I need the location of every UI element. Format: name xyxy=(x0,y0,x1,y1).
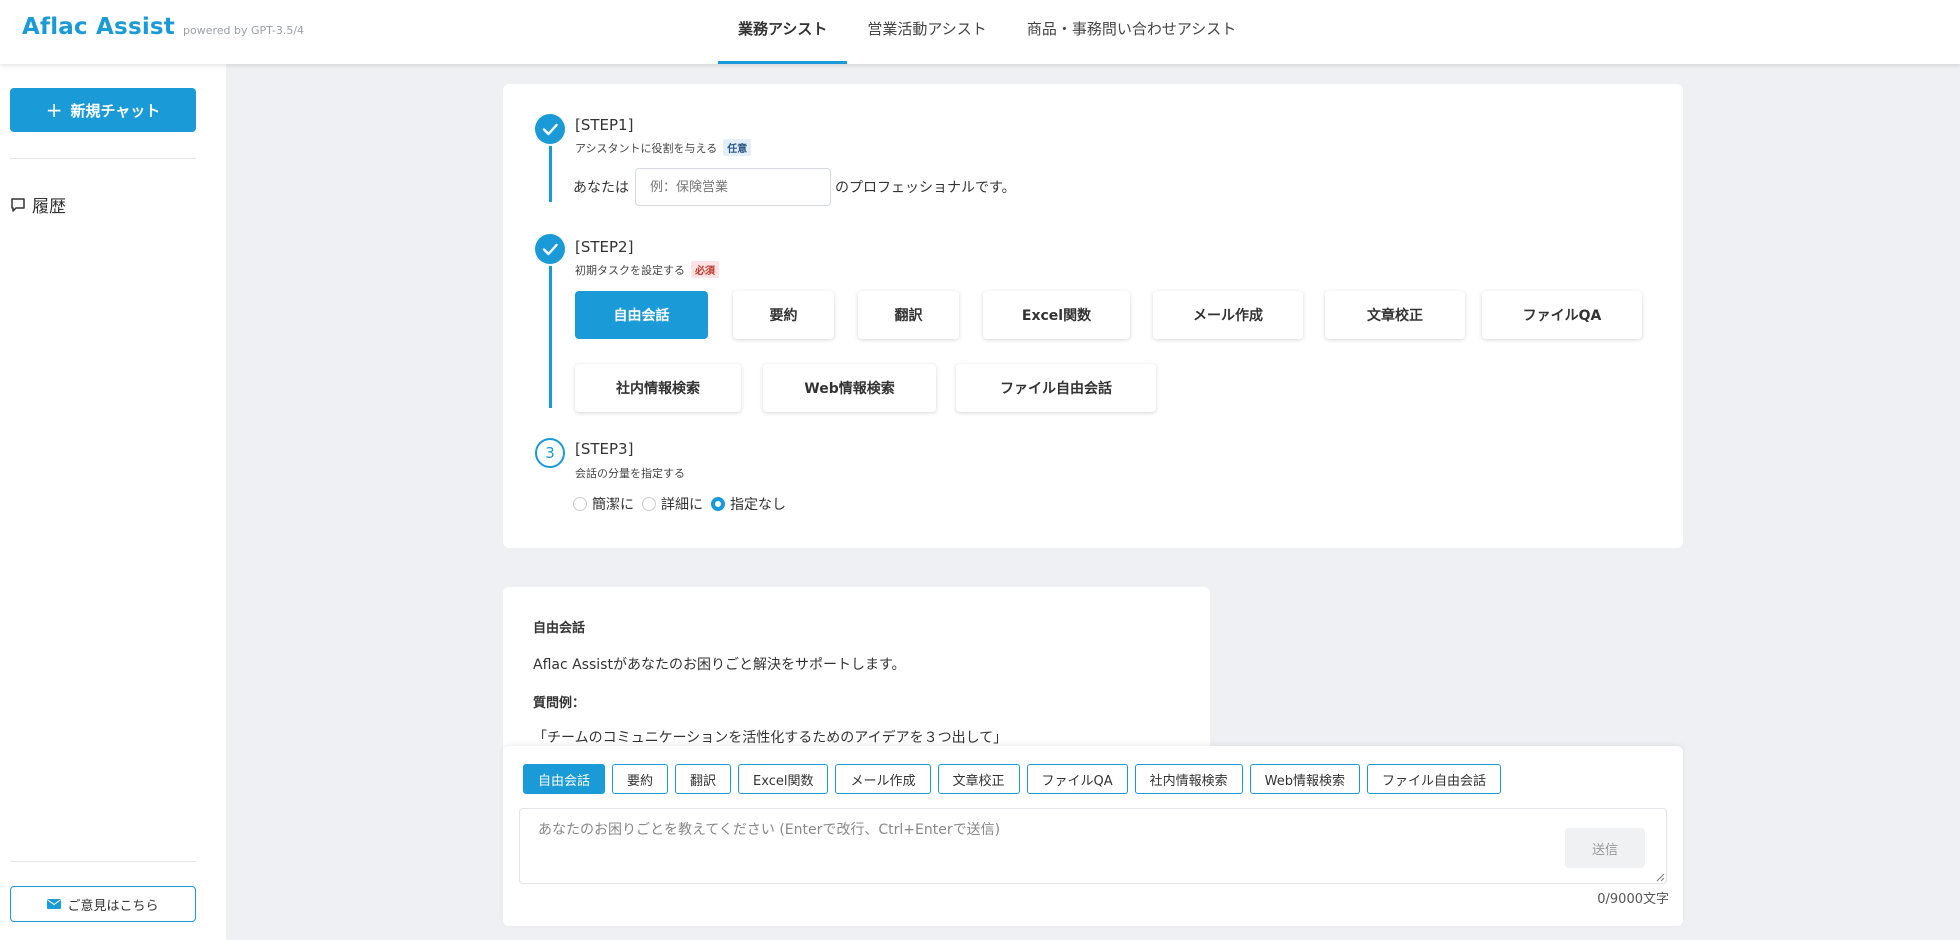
brand-name: Aflac Assist xyxy=(22,14,176,40)
role-suffix: のプロフェッショナルです。 xyxy=(835,180,1016,196)
chip-file-qa[interactable]: ファイルQA xyxy=(1026,764,1128,794)
sidebar: + 新規チャット 履歴 ご意見はこちら xyxy=(0,64,226,940)
step1-desc-text: アシスタントに役割を与える xyxy=(575,141,718,155)
chip-email[interactable]: メール作成 xyxy=(835,764,931,794)
chat-bubble-icon xyxy=(11,197,25,212)
step3-number-badge: 3 xyxy=(535,438,565,468)
task-setup-card: [STEP1] アシスタントに役割を与える 任意 あなたは のプロフェッショナル… xyxy=(503,84,1683,548)
chip-excel[interactable]: Excel関数 xyxy=(738,764,829,794)
step1-connector xyxy=(549,146,552,202)
step2-desc-text: 初期タスクを設定する xyxy=(575,263,685,277)
required-badge: 必須 xyxy=(691,261,719,278)
feedback-label: ご意見はこちら xyxy=(67,898,159,914)
task-excel-button[interactable]: Excel関数 xyxy=(983,291,1130,339)
task-proofread-button[interactable]: 文章校正 xyxy=(1325,291,1465,339)
task-file-qa-button[interactable]: ファイルQA xyxy=(1482,291,1642,339)
new-chat-button[interactable]: + 新規チャット xyxy=(10,88,196,132)
sidebar-divider-bottom xyxy=(10,861,196,862)
send-button[interactable]: 送信 xyxy=(1565,828,1645,868)
role-prefix: あなたは xyxy=(573,180,629,196)
chip-internal-search[interactable]: 社内情報検索 xyxy=(1134,764,1243,794)
intro-title: 自由会話 xyxy=(533,621,586,636)
intro-text: Aflac Assistがあなたのお困りごと解決をサポートします。 xyxy=(533,657,906,673)
message-composer: 自由会話 要約 翻訳 Excel関数 メール作成 文章校正 ファイルQA 社内情… xyxy=(503,746,1683,926)
step2-description: 初期タスクを設定する 必須 xyxy=(575,261,719,278)
tab-business-assist[interactable]: 業務アシスト xyxy=(718,0,848,64)
chip-file-chat[interactable]: ファイル自由会話 xyxy=(1367,764,1502,794)
radio-detailed-label[interactable]: 詳細に xyxy=(661,494,703,514)
task-file-chat-button[interactable]: ファイル自由会話 xyxy=(956,364,1156,412)
chip-proofread[interactable]: 文章校正 xyxy=(937,764,1020,794)
mail-icon xyxy=(47,899,62,909)
tab-product-inquiry-assist[interactable]: 商品・事務問い合わせアシスト xyxy=(1007,0,1256,64)
step2-connector xyxy=(549,266,552,408)
tab-sales-assist[interactable]: 営業活動アシスト xyxy=(847,0,1006,64)
new-chat-label: 新規チャット xyxy=(70,101,161,120)
character-counter: 0/9000文字 xyxy=(1597,892,1669,907)
task-summary-button[interactable]: 要約 xyxy=(733,291,834,339)
history-label: 履歴 xyxy=(32,197,66,217)
step1-title: [STEP1] xyxy=(575,116,634,134)
history-link[interactable]: 履歴 xyxy=(10,192,66,217)
chip-translate[interactable]: 翻訳 xyxy=(675,764,732,794)
step3-title: [STEP3] xyxy=(575,440,634,458)
radio-unspecified-label[interactable]: 指定なし xyxy=(730,494,786,514)
task-translate-button[interactable]: 翻訳 xyxy=(858,291,959,339)
task-internal-search-button[interactable]: 社内情報検索 xyxy=(575,364,741,412)
chip-free-chat[interactable]: 自由会話 xyxy=(523,764,606,794)
step3-desc-text: 会話の分量を指定する xyxy=(575,467,685,480)
top-header: Aflac Assist powered by GPT-3.5/4 業務アシスト… xyxy=(0,0,1960,64)
radio-concise-label[interactable]: 簡潔に xyxy=(592,494,634,514)
brand-subtitle: powered by GPT-3.5/4 xyxy=(183,24,305,37)
radio-detailed[interactable] xyxy=(642,497,656,511)
step2-title: [STEP2] xyxy=(575,238,634,256)
brand[interactable]: Aflac Assist powered by GPT-3.5/4 xyxy=(22,14,304,40)
task-free-chat-button[interactable]: 自由会話 xyxy=(575,291,708,339)
step1-description: アシスタントに役割を与える 任意 xyxy=(575,139,752,156)
optional-badge: 任意 xyxy=(723,139,752,156)
task-email-button[interactable]: メール作成 xyxy=(1153,291,1303,339)
chip-web-search[interactable]: Web情報検索 xyxy=(1249,764,1361,794)
main-nav: 業務アシスト 営業活動アシスト 商品・事務問い合わせアシスト xyxy=(718,0,1256,64)
task-web-search-button[interactable]: Web情報検索 xyxy=(763,364,936,412)
step2-check-icon xyxy=(535,234,565,264)
resize-handle-icon[interactable] xyxy=(1655,872,1665,882)
feedback-button[interactable]: ご意見はこちら xyxy=(10,886,196,922)
step1-check-icon xyxy=(535,114,565,144)
length-radio-group: 簡潔に 詳細に 指定なし xyxy=(573,494,794,514)
radio-unspecified[interactable] xyxy=(711,497,725,511)
role-row: あなたは のプロフェッショナルです。 xyxy=(573,168,1016,206)
role-input[interactable] xyxy=(635,168,831,206)
example-label: 質問例： xyxy=(533,696,586,711)
chip-summary[interactable]: 要約 xyxy=(612,764,669,794)
step3-description: 会話の分量を指定する xyxy=(575,465,685,481)
example-text: 「チームのコミュニケーションを活性化するためのアイデアを３つ出して」 xyxy=(533,730,1008,746)
radio-concise[interactable] xyxy=(573,497,587,511)
task-chip-bar: 自由会話 要約 翻訳 Excel関数 メール作成 文章校正 ファイルQA 社内情… xyxy=(523,764,1502,794)
plus-icon: + xyxy=(45,98,63,122)
message-input[interactable] xyxy=(519,808,1667,884)
sidebar-divider xyxy=(10,158,196,159)
